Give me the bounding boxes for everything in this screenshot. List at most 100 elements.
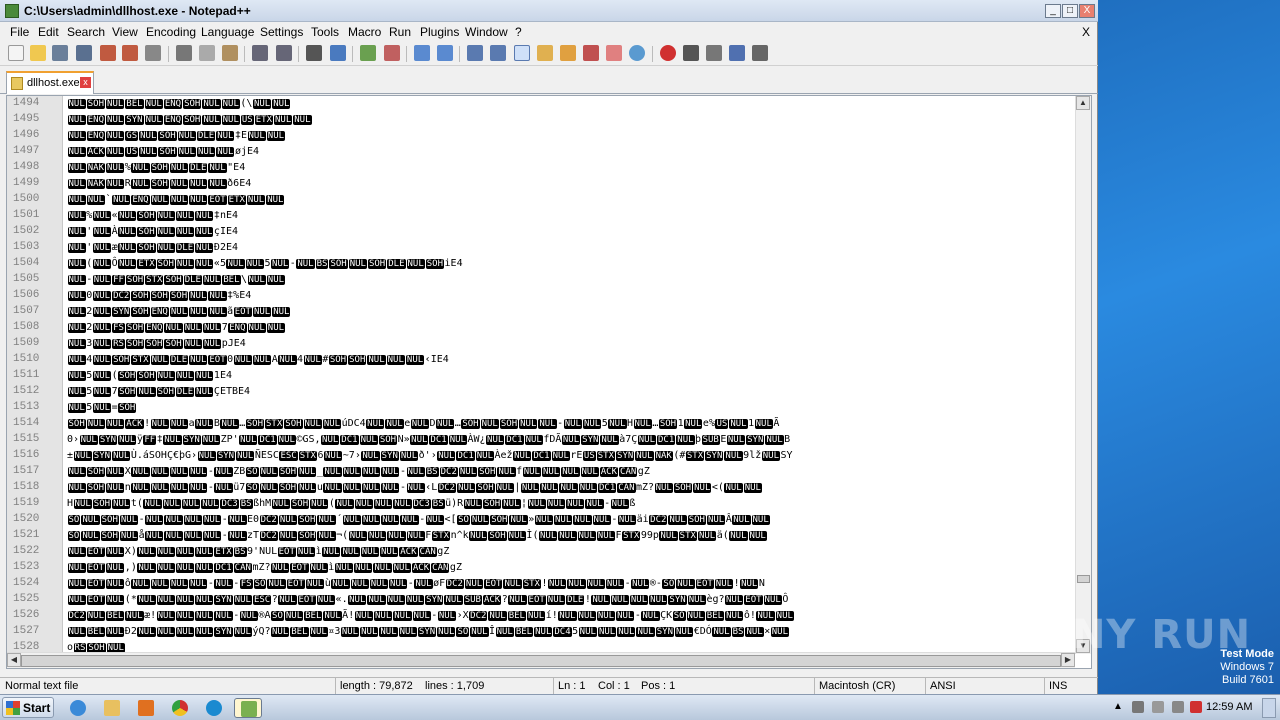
folder-workspace-icon[interactable] bbox=[606, 45, 622, 61]
zoom-out-icon[interactable] bbox=[384, 45, 400, 61]
menu-encoding[interactable]: Encoding bbox=[146, 25, 196, 39]
zoom-in-icon[interactable] bbox=[360, 45, 376, 61]
show-desktop-button[interactable] bbox=[1262, 698, 1276, 718]
volume-icon[interactable] bbox=[1172, 701, 1184, 713]
undo-icon[interactable] bbox=[252, 45, 268, 61]
text-line: NUL 2 NUL FS SOH ENQ NUL NUL NUL 7 ENQ NUL NUL bbox=[67, 322, 286, 333]
sync-horizontal-icon[interactable] bbox=[437, 45, 453, 61]
doc-map-icon[interactable] bbox=[560, 45, 576, 61]
notepadpp-taskbar-icon bbox=[241, 701, 257, 717]
notepadpp-window: C:\Users\admin\dllhost.exe - Notepad++ _… bbox=[0, 0, 1098, 695]
tab-label: dllhost.exe bbox=[27, 77, 80, 89]
open-file-icon[interactable] bbox=[30, 45, 46, 61]
save-all-icon[interactable] bbox=[76, 45, 92, 61]
menu-file[interactable]: File bbox=[10, 25, 29, 39]
line-number: 1524 bbox=[13, 577, 40, 589]
close-all-icon[interactable] bbox=[122, 45, 138, 61]
new-file-icon[interactable] bbox=[8, 45, 24, 61]
close-button[interactable]: X bbox=[1079, 4, 1095, 18]
line-number: 1496 bbox=[13, 129, 40, 141]
text-line: SO NUL SOH NUL å NUL NUL NUL NUL - NUL zT DC2 NUL SOH N… bbox=[67, 530, 767, 541]
clock[interactable]: 12:59 AM bbox=[1206, 701, 1252, 713]
scroll-left-arrow[interactable]: ◀ bbox=[7, 653, 21, 667]
taskbar-chrome[interactable] bbox=[166, 698, 194, 718]
action-center-icon[interactable] bbox=[1152, 701, 1164, 713]
menu-tools[interactable]: Tools bbox=[311, 25, 339, 39]
tab-dllhost[interactable]: dllhost.exe x bbox=[6, 71, 94, 94]
menu-language[interactable]: Language bbox=[201, 25, 254, 39]
line-number: 1508 bbox=[13, 321, 40, 333]
text-area[interactable]: NUL SOH NUL BEL NUL ENQ SOH NUL NUL (\ NUL NUL NUL EN… bbox=[67, 96, 1077, 654]
text-line: NUL 0 NUL DC2 SOH SOH SOH NUL NUL ‡%E4 bbox=[67, 290, 252, 301]
editor[interactable]: 1494 1495 1496 1497 1498 1499 1500 1501 1502 1503… bbox=[6, 95, 1092, 669]
window-title: C:\Users\admin\dllhost.exe - Notepad++ bbox=[24, 4, 251, 18]
function-list-icon[interactable] bbox=[583, 45, 599, 61]
sync-vertical-icon[interactable] bbox=[414, 45, 430, 61]
line-number: 1500 bbox=[13, 193, 40, 205]
text-line: NUL 5 NUL 7 SOH NUL SOH DLE NUL ÇETBE4 bbox=[67, 386, 251, 397]
text-line: NUL ACK NUL US NUL SOH NUL NUL NUL øjE4 bbox=[67, 146, 260, 157]
paste-icon[interactable] bbox=[222, 45, 238, 61]
text-line: NUL(NUL Ô NUL ETX SOH NUL NUL «5 NUL NUL 5 NUL - NUL B… bbox=[67, 258, 463, 269]
menu-macro[interactable]: Macro bbox=[348, 25, 381, 39]
text-line: NUL EOT NUL (* NUL NUL NUL NUL SYN NUL ESC? NUL EOT N… bbox=[67, 594, 789, 605]
text-line: NUL EOT NUL X) NUL NUL NUL NUL ETX BS 9'NUL EOT NUL ì… bbox=[67, 546, 450, 557]
text-line: NUL% NUL «NUL SOH NUL NUL NUL ‡nE4 bbox=[67, 210, 239, 221]
save-macro-icon[interactable] bbox=[752, 45, 768, 61]
title-bar[interactable]: C:\Users\admin\dllhost.exe - Notepad++ _… bbox=[0, 0, 1098, 22]
text-line: NUL 5 NUL = SOH bbox=[67, 402, 137, 413]
copy-icon[interactable] bbox=[199, 45, 215, 61]
vertical-scrollbar[interactable]: ▲ ▼ bbox=[1075, 96, 1091, 654]
network-icon[interactable] bbox=[1132, 701, 1144, 713]
text-line: NUL ENQ NUL SYN NUL ENQ SOH NUL NUL US ETX NUL NUL bbox=[67, 115, 312, 125]
monitoring-icon[interactable] bbox=[629, 45, 645, 61]
line-number: 1512 bbox=[13, 385, 40, 397]
redo-icon[interactable] bbox=[276, 45, 292, 61]
cut-icon[interactable] bbox=[176, 45, 192, 61]
line-number: 1527 bbox=[13, 625, 40, 637]
find-icon[interactable] bbox=[306, 45, 322, 61]
stop-macro-icon[interactable] bbox=[683, 45, 699, 61]
tab-close-icon[interactable]: x bbox=[80, 77, 91, 88]
menu-window[interactable]: Window bbox=[465, 25, 508, 39]
run-macro-multiple-icon[interactable] bbox=[729, 45, 745, 61]
line-number: 1497 bbox=[13, 145, 40, 157]
maximize-button[interactable]: □ bbox=[1062, 4, 1078, 18]
menu-settings[interactable]: Settings bbox=[260, 25, 303, 39]
record-macro-icon[interactable] bbox=[660, 45, 676, 61]
taskbar-notepadpp[interactable] bbox=[234, 698, 262, 718]
menu-edit[interactable]: Edit bbox=[38, 25, 59, 39]
flag-icon[interactable] bbox=[1190, 701, 1202, 713]
print-icon[interactable] bbox=[145, 45, 161, 61]
language-icon[interactable] bbox=[537, 45, 553, 61]
horizontal-scroll-thumb[interactable] bbox=[21, 655, 1061, 667]
line-number: 1516 bbox=[13, 449, 40, 461]
play-macro-icon[interactable] bbox=[706, 45, 722, 61]
edge-icon bbox=[206, 700, 222, 716]
taskbar-explorer[interactable] bbox=[98, 698, 126, 718]
document-close-button[interactable]: X bbox=[1082, 25, 1090, 39]
taskbar-media-player[interactable] bbox=[132, 698, 160, 718]
vertical-scroll-thumb[interactable] bbox=[1077, 575, 1090, 583]
line-number: 1511 bbox=[13, 369, 40, 381]
menu-search[interactable]: Search bbox=[67, 25, 105, 39]
replace-icon[interactable] bbox=[330, 45, 346, 61]
save-icon[interactable] bbox=[52, 45, 68, 61]
taskbar-ie[interactable] bbox=[64, 698, 92, 718]
line-number: 1503 bbox=[13, 241, 40, 253]
horizontal-scrollbar[interactable]: ◀ ▶ bbox=[7, 652, 1075, 668]
taskbar-edge[interactable] bbox=[200, 698, 228, 718]
indent-guide-icon[interactable] bbox=[514, 45, 530, 61]
close-file-icon[interactable] bbox=[100, 45, 116, 61]
show-all-chars-icon[interactable] bbox=[490, 45, 506, 61]
minimize-button[interactable]: _ bbox=[1045, 4, 1061, 18]
menu-plugins[interactable]: Plugins bbox=[420, 25, 459, 39]
menu-view[interactable]: View bbox=[112, 25, 138, 39]
menu-run[interactable]: Run bbox=[389, 25, 411, 39]
start-button[interactable]: Start bbox=[2, 697, 54, 718]
show-hidden-icons-icon[interactable]: ▲ bbox=[1112, 701, 1124, 713]
line-number: 1522 bbox=[13, 545, 40, 557]
menu-help[interactable]: ? bbox=[515, 25, 522, 39]
word-wrap-icon[interactable] bbox=[467, 45, 483, 61]
scroll-up-arrow[interactable]: ▲ bbox=[1076, 96, 1090, 110]
